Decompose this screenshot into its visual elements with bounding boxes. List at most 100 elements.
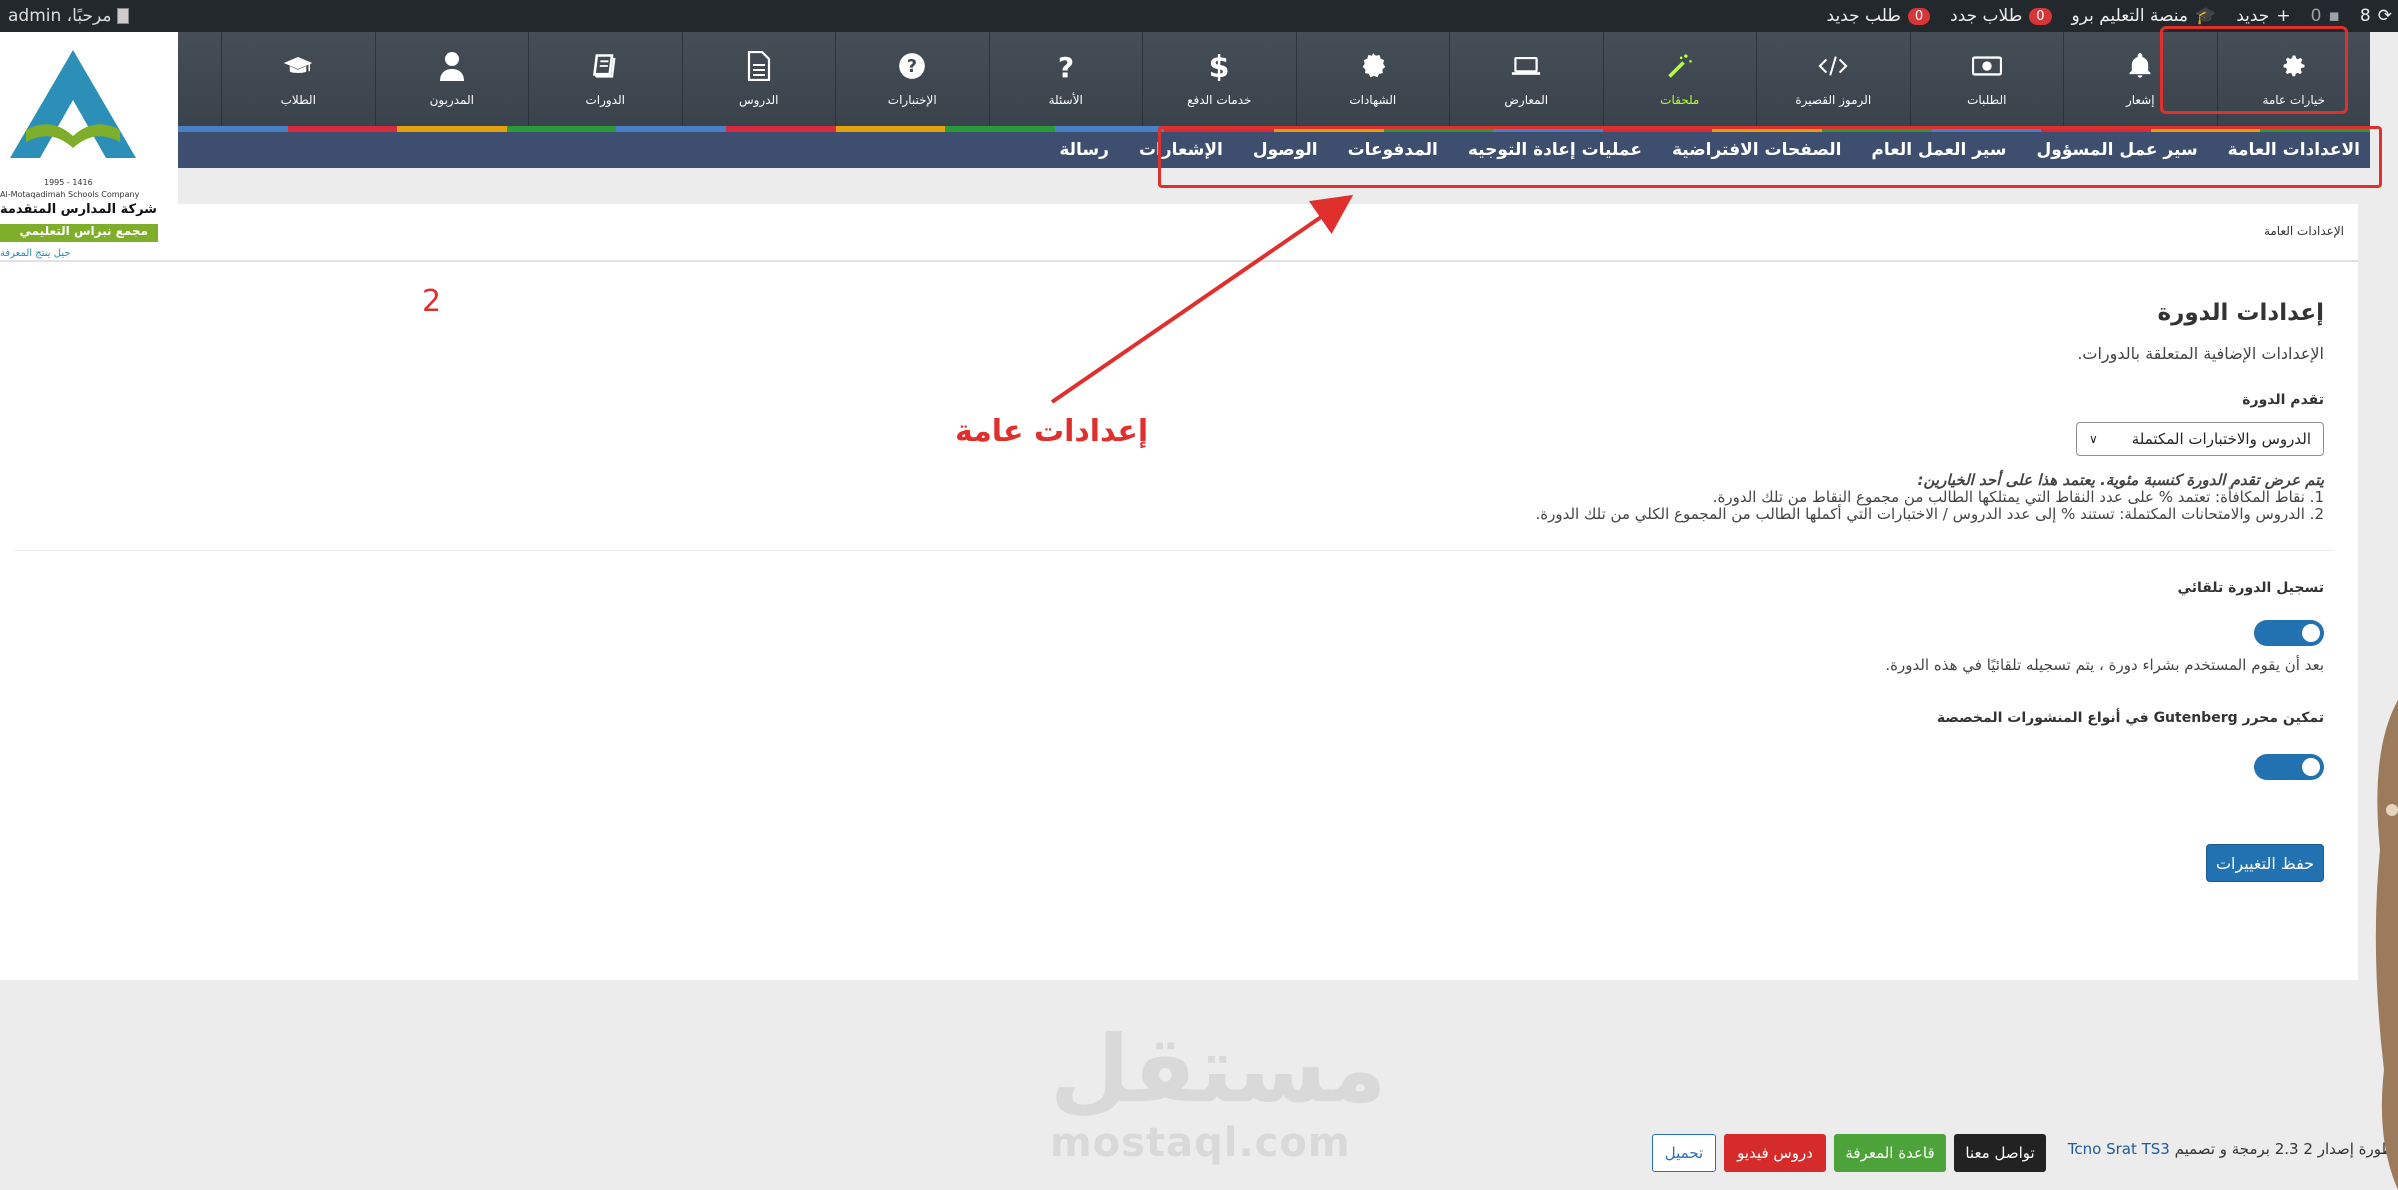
nav-item-label: إشعار xyxy=(2125,93,2155,107)
annotation-label: إعدادات عامة xyxy=(955,414,1149,449)
school-logo: 1995 - 1416 Al-Motaqadimah Schools Compa… xyxy=(0,32,178,259)
comments-count: 0 xyxy=(2310,6,2322,26)
save-button[interactable]: حفظ التغييرات xyxy=(2206,844,2324,882)
owl-mascot-icon xyxy=(2375,700,2398,1190)
footer-credits: نظورة إصدار 2 2.3 برمجة و تصميم Tcno Sra… xyxy=(2068,1140,2398,1158)
avatar xyxy=(117,8,130,24)
top-icon-nav: خيارات عامة إشعار الطلبات الرموز القصيرة ملح… xyxy=(178,32,2370,126)
nav-item-4[interactable]: ملحقات xyxy=(1602,32,1757,126)
gutenberg-toggle[interactable] xyxy=(2254,754,2324,780)
nav-item-9[interactable]: ? الإختبارات xyxy=(835,32,989,126)
code-icon xyxy=(1818,51,1848,81)
svg-text:$: $ xyxy=(1209,51,1229,81)
annotation-number: 2 xyxy=(422,284,442,319)
divider xyxy=(0,260,2358,262)
money-icon xyxy=(1971,51,2002,81)
new-students-badge: 0 xyxy=(2029,7,2052,25)
watermark-ar: مستقل xyxy=(1050,1016,1387,1123)
footer-credit-link[interactable]: Tcno Srat TS3 xyxy=(2068,1140,2170,1158)
section-description: الإعدادات الإضافية المتعلقة بالدورات. xyxy=(2077,344,2324,363)
refresh-icon: ⟳ xyxy=(2377,6,2392,26)
book-icon xyxy=(590,51,620,81)
nav-item-label: المعارض xyxy=(1504,93,1549,107)
plus-icon: + xyxy=(2276,6,2291,26)
nav-item-label: خدمات الدفع xyxy=(1187,93,1252,107)
comments-item[interactable]: ▪ 0 xyxy=(2311,6,2340,26)
sub-nav-item-8[interactable]: رسالة xyxy=(1059,140,1109,160)
svg-text:?: ? xyxy=(1058,51,1074,81)
nav-item-label: الإختبارات xyxy=(887,93,937,107)
comment-icon: ▪ xyxy=(2328,6,2340,26)
auto-enroll-toggle[interactable] xyxy=(2254,620,2324,646)
nav-item-label: ملحقات xyxy=(1660,93,1700,107)
section-divider xyxy=(14,550,2334,551)
new-label: جديد xyxy=(2236,6,2270,26)
admin-bar-right: ⟳ 8 ▪ 0 + جديد 🎓 منصة التعليم برو 0 طلاب… xyxy=(1827,0,2392,32)
nav-item-12[interactable]: المدربون xyxy=(374,32,529,126)
logo-tagline: جيل ينتج المعرفة xyxy=(0,248,71,259)
graduation-cap-icon xyxy=(283,51,313,81)
logo-triangle-icon xyxy=(10,50,136,158)
progress-note-title: يتم عرض تقدم الدورة كنسبة مئوية. يعتمد ه… xyxy=(1917,471,2324,489)
section-title: إعدادات الدورة xyxy=(2157,300,2325,326)
nav-item-label: الطلبات xyxy=(1967,93,2007,107)
auto-enroll-label: تسجيل الدورة تلقائي xyxy=(2177,580,2324,596)
nav-item-label: الدروس xyxy=(738,93,779,107)
nav-item-label: الطلاب xyxy=(280,93,316,107)
nav-item-8[interactable]: ? الأسئلة xyxy=(988,32,1143,126)
svg-text:?: ? xyxy=(907,57,917,77)
video-lessons-button[interactable]: دروس فيديو xyxy=(1724,1134,1826,1172)
new-students-item[interactable]: 0 طلاب جدد xyxy=(1950,6,2052,26)
new-requests-item[interactable]: 0 طلب جديد xyxy=(1827,6,1931,26)
question-icon: ? xyxy=(1051,51,1081,81)
nav-item-7[interactable]: $ خدمات الدفع xyxy=(1142,32,1296,126)
nav-item-13[interactable]: الطلاب xyxy=(221,32,375,126)
nav-item-label: خيارات عامة xyxy=(2262,93,2326,107)
chevron-down-icon: ∨ xyxy=(2089,432,2098,446)
new-requests-badge: 0 xyxy=(1907,7,1931,25)
laptop-icon xyxy=(1511,51,1541,81)
progress-note-2: 2. الدروس والامتحانات المكتملة: تستند % … xyxy=(1535,505,2325,523)
logo-years: 1995 - 1416 xyxy=(44,178,93,187)
site-name: منصة التعليم برو xyxy=(2071,6,2189,26)
knowledge-base-button[interactable]: قاعدة المعرفة xyxy=(1834,1134,1946,1172)
contact-button[interactable]: تواصل معنا xyxy=(1954,1134,2046,1172)
nav-item-label: الأسئلة xyxy=(1048,93,1083,107)
annotation-box-sub-nav xyxy=(1158,126,2382,188)
new-students-label: طلاب جدد xyxy=(1950,6,2023,26)
new-content-item[interactable]: + جديد xyxy=(2236,6,2290,26)
auto-enroll-description: بعد أن يقوم المستخدم بشراء دورة ، يتم تس… xyxy=(1885,656,2324,674)
nav-item-1[interactable]: إشعار xyxy=(2063,32,2217,126)
download-button[interactable]: تحميل xyxy=(1652,1134,1716,1172)
nav-item-2[interactable]: الطلبات xyxy=(1909,32,2064,126)
greeting: مرحبًا، admin xyxy=(8,6,112,26)
logo-company-en: Al-Motaqadimah Schools Company xyxy=(0,190,140,199)
breadcrumb: الإعدادات العامة xyxy=(2263,224,2344,238)
account-menu[interactable]: مرحبًا، admin xyxy=(8,0,130,32)
progress-note: يتم عرض تقدم الدورة كنسبة مئوية. يعتمد ه… xyxy=(1536,472,2325,523)
graduation-cap-icon: 🎓 xyxy=(2195,6,2217,26)
nav-item-0[interactable]: خيارات عامة xyxy=(2216,32,2371,126)
nav-item-label: الرموز القصيرة xyxy=(1795,93,1872,107)
certificate-icon xyxy=(1358,51,1388,81)
settings-panel: الإعدادات العامة إعدادات الدورة الإعدادا… xyxy=(0,204,2358,980)
watermark-en: mostaql.com xyxy=(1050,1120,1351,1166)
updates-item[interactable]: ⟳ 8 xyxy=(2360,6,2392,26)
progress-select-value: الدروس والاختبارات المكتملة xyxy=(2131,430,2311,448)
site-name-item[interactable]: 🎓 منصة التعليم برو xyxy=(2072,6,2217,26)
magic-wand-icon xyxy=(1665,51,1695,81)
question-circle-icon: ? xyxy=(897,51,927,81)
watermark: مستقل mostaql.com xyxy=(1050,1016,1387,1167)
dollar-icon: $ xyxy=(1204,51,1234,81)
progress-select[interactable]: الدروس والاختبارات المكتملة ∨ xyxy=(2076,422,2324,456)
new-requests-label: طلب جديد xyxy=(1826,6,1901,26)
gutenberg-label: تمكين محرر Gutenberg في أنواع المنشورات … xyxy=(1936,710,2324,726)
nav-item-11[interactable]: الدورات xyxy=(528,32,682,126)
nav-item-10[interactable]: الدروس xyxy=(681,32,836,126)
nav-item-3[interactable]: الرموز القصيرة xyxy=(1756,32,1910,126)
footer-version: نظورة إصدار 2 2.3 برمجة و تصميم xyxy=(2174,1140,2398,1158)
nav-item-label: الدورات xyxy=(585,93,626,107)
nav-item-6[interactable]: الشهادات xyxy=(1295,32,1450,126)
nav-item-5[interactable]: المعارض xyxy=(1449,32,1603,126)
document-icon xyxy=(744,51,774,81)
